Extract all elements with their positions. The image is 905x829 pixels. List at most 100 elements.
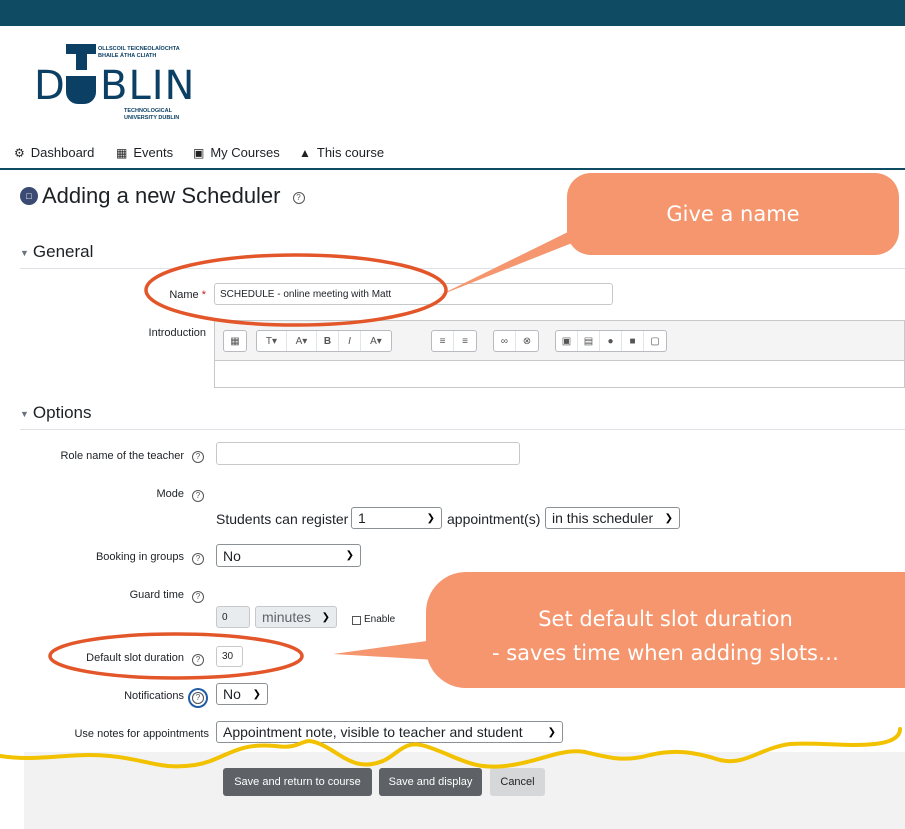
image-icon[interactable]: ▣ xyxy=(556,331,578,351)
section-options[interactable]: ▼ Options xyxy=(20,403,905,430)
save-display-button[interactable]: Save and display xyxy=(379,768,482,796)
notifications-value: No xyxy=(223,686,241,702)
chevron-down-icon: ❯ xyxy=(252,688,261,700)
mode-scope-value: in this scheduler xyxy=(552,510,654,526)
nav-events-label: Events xyxy=(133,145,174,160)
toolbar-group-links: ∞ ⊗ xyxy=(493,330,539,352)
unordered-list-icon[interactable]: ≡ xyxy=(432,331,454,351)
slot-duration-input[interactable]: 30 xyxy=(216,646,243,667)
mode-mid-text: appointment(s) xyxy=(447,511,541,527)
page-heading: Adding a new Scheduler xyxy=(42,183,281,208)
nav-my-courses-label: My Courses xyxy=(210,145,280,160)
teacher-role-label: Role name of the teacher xyxy=(60,450,184,462)
chevron-down-icon: ❯ xyxy=(426,512,435,524)
bold-icon[interactable]: B xyxy=(317,331,339,351)
toolbar-group-media: ▣ ▤ ● ■ ▢ xyxy=(555,330,667,352)
paragraph-style-icon[interactable]: T▾ xyxy=(257,331,287,351)
help-icon[interactable]: ? xyxy=(192,490,204,502)
name-input[interactable]: SCHEDULE - online meeting with Matt xyxy=(214,283,613,305)
collapse-caret-icon: ▼ xyxy=(20,247,29,258)
mode-prefix-text: Students can register xyxy=(216,511,349,527)
tu-dublin-logo[interactable]: D BLIN OLLSCOIL TEICNEOLAÍOCHTA BHAILE Á… xyxy=(18,42,194,132)
help-icon[interactable]: ? xyxy=(192,692,204,704)
required-icon: * xyxy=(201,289,206,301)
guard-time-enable-label: Enable xyxy=(364,614,396,625)
notifications-label: Notifications xyxy=(124,690,184,702)
name-callout-text: Give a name xyxy=(666,202,800,226)
collapse-caret-icon: ▼ xyxy=(20,408,29,419)
duration-callout-line2: - saves time when adding slots… xyxy=(491,641,839,665)
link-icon[interactable]: ∞ xyxy=(494,331,516,351)
toolbar-group-text: T▾ A▾ B I A▾ xyxy=(256,330,392,352)
name-label-text: Name xyxy=(169,289,199,301)
guard-time-enable-checkbox[interactable] xyxy=(352,616,361,625)
appointment-notes-label: Use notes for appointments xyxy=(74,728,209,740)
guard-time-unit-select[interactable]: minutes ❯ xyxy=(255,606,337,628)
editor-toolbar: ▦ T▾ A▾ B I A▾ ≡ ≡ ∞ ⊗ ▣ ▤ ● ■ ▢ xyxy=(215,321,904,361)
save-return-button[interactable]: Save and return to course xyxy=(223,768,372,796)
logo-t-stem xyxy=(76,44,87,70)
slot-duration-label: Default slot duration xyxy=(86,652,184,664)
introduction-editor[interactable]: ▦ T▾ A▾ B I A▾ ≡ ≡ ∞ ⊗ ▣ ▤ ● ■ ▢ xyxy=(214,320,905,388)
logo-u-block xyxy=(66,76,96,104)
name-callout: Give a name xyxy=(567,173,899,255)
ordered-list-icon[interactable]: ≡ xyxy=(454,331,476,351)
page-title: □ Adding a new Scheduler ? xyxy=(20,183,305,209)
name-label: Name * xyxy=(140,289,206,301)
chevron-down-icon: ❯ xyxy=(345,550,354,561)
italic-icon[interactable]: I xyxy=(339,331,361,351)
calendar-icon: ▦ xyxy=(116,145,128,160)
guard-time-unit-value: minutes xyxy=(262,609,312,625)
mode-count-select[interactable]: 1 ❯ xyxy=(351,507,442,529)
logo-irish-text: OLLSCOIL TEICNEOLAÍOCHTA BHAILE ÁTHA CLI… xyxy=(98,46,180,59)
sitemap-icon: ▲ xyxy=(299,145,311,160)
font-color-icon[interactable]: A▾ xyxy=(361,331,391,351)
duration-callout-line1: Set default slot duration xyxy=(538,607,793,631)
logo-letter-d: D xyxy=(34,63,66,109)
section-general-label: General xyxy=(32,242,94,261)
introduction-label: Introduction xyxy=(148,327,206,339)
logo-english-text: TECHNOLOGICAL UNIVERSITY DUBLIN xyxy=(124,108,180,121)
booking-groups-select[interactable]: No ❯ xyxy=(216,544,361,567)
notifications-select[interactable]: No ❯ xyxy=(216,683,268,705)
scheduler-icon: □ xyxy=(20,187,38,205)
nav-events[interactable]: ▦ Events xyxy=(116,145,173,160)
help-icon[interactable]: ? xyxy=(192,451,204,463)
microphone-icon[interactable]: ● xyxy=(600,331,622,351)
mode-count-value: 1 xyxy=(358,510,366,526)
help-icon[interactable]: ? xyxy=(192,591,204,603)
top-bar xyxy=(0,0,905,26)
help-icon[interactable]: ? xyxy=(192,654,204,666)
file-manager-icon[interactable]: ▢ xyxy=(644,331,666,351)
primary-navigation: ⚙ Dashboard ▦ Events ▣ My Courses ▲ This… xyxy=(0,140,905,170)
dashboard-icon: ⚙ xyxy=(14,145,25,160)
nav-dashboard-label: Dashboard xyxy=(30,145,95,160)
logo-wordmark: BLIN xyxy=(100,63,196,109)
toolbar-group-lists: ≡ ≡ xyxy=(431,330,477,352)
briefcase-icon: ▣ xyxy=(193,145,205,160)
font-size-icon[interactable]: A▾ xyxy=(287,331,317,351)
mode-label: Mode xyxy=(156,488,184,500)
teacher-role-input[interactable] xyxy=(216,442,520,465)
booking-groups-label: Booking in groups xyxy=(95,551,184,563)
help-icon[interactable]: ? xyxy=(292,192,305,204)
nav-dashboard[interactable]: ⚙ Dashboard xyxy=(14,145,94,160)
nav-this-course-label: This course xyxy=(316,145,385,160)
nav-this-course[interactable]: ▲ This course xyxy=(299,145,384,160)
mode-scope-select[interactable]: in this scheduler ❯ xyxy=(545,507,680,529)
video-icon[interactable]: ■ xyxy=(622,331,644,351)
duration-callout: Set default slot duration - saves time w… xyxy=(426,572,905,688)
show-more-icon[interactable]: ▦ xyxy=(224,331,246,351)
cancel-button[interactable]: Cancel xyxy=(490,768,545,796)
unlink-icon[interactable]: ⊗ xyxy=(516,331,538,351)
media-icon[interactable]: ▤ xyxy=(578,331,600,351)
appointment-notes-value: Appointment note, visible to teacher and… xyxy=(223,724,523,740)
chevron-down-icon: ❯ xyxy=(547,726,556,738)
guard-time-input[interactable]: 0 xyxy=(216,606,250,628)
nav-my-courses[interactable]: ▣ My Courses xyxy=(193,145,280,160)
booking-groups-value: No xyxy=(223,547,241,564)
help-icon[interactable]: ? xyxy=(192,553,204,565)
section-options-label: Options xyxy=(32,403,92,422)
appointment-notes-select[interactable]: Appointment note, visible to teacher and… xyxy=(216,721,563,743)
guard-time-label: Guard time xyxy=(129,589,184,601)
